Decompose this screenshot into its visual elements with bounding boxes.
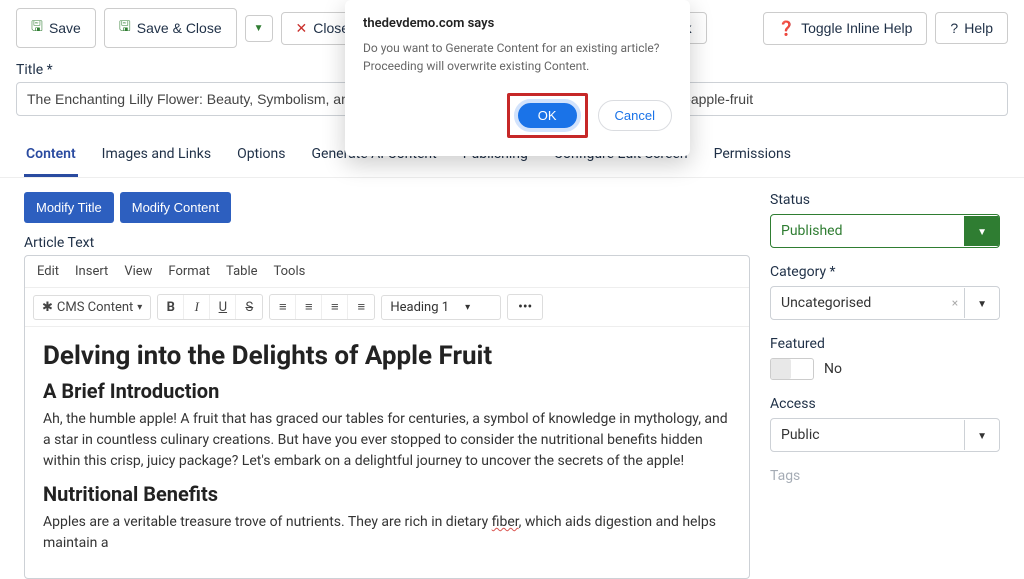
help-label: Help [964, 20, 993, 36]
ellipsis-icon: ••• [518, 299, 532, 315]
editor-container: Edit Insert View Format Table Tools ✱CMS… [24, 255, 750, 579]
save-button[interactable]: 🖫 Save [16, 8, 96, 48]
align-right-button[interactable]: ≡ [322, 295, 348, 319]
status-select[interactable]: Published ▼ [770, 214, 1000, 248]
editor-menubar: Edit Insert View Format Table Tools [25, 256, 749, 288]
save-close-label: Save & Close [137, 20, 222, 36]
align-center-button[interactable]: ≡ [296, 295, 322, 319]
featured-no-text: No [824, 361, 842, 377]
toggle-help-button[interactable]: ❓ Toggle Inline Help [763, 12, 928, 45]
menu-view[interactable]: View [124, 264, 152, 279]
toggle-help-label: Toggle Inline Help [801, 20, 912, 36]
more-toolbar-button[interactable]: ••• [507, 294, 543, 320]
menu-edit[interactable]: Edit [37, 264, 59, 279]
tab-content[interactable]: Content [24, 136, 78, 177]
save-dropdown-toggle[interactable]: ▼ [245, 15, 273, 42]
access-select[interactable]: Public ▼ [770, 418, 1000, 452]
menu-tools[interactable]: Tools [274, 264, 306, 279]
chevron-down-icon: ▼ [977, 227, 987, 238]
status-label: Status [770, 192, 1000, 208]
doc-p1: Ah, the humble apple! A fruit that has g… [43, 409, 731, 472]
status-dropdown-toggle[interactable]: ▼ [964, 216, 999, 246]
dialog-cancel-button[interactable]: Cancel [598, 100, 672, 131]
confirm-dialog: thedevdemo.com says Do you want to Gener… [345, 0, 690, 156]
main-area: Modify Title Modify Content Article Text… [0, 178, 1024, 579]
tab-options[interactable]: Options [235, 136, 287, 177]
modify-title-button[interactable]: Modify Title [24, 192, 114, 223]
dialog-ok-button[interactable]: OK [514, 99, 581, 132]
close-label: Close [313, 20, 349, 36]
tab-images-links[interactable]: Images and Links [100, 136, 213, 177]
heading-select[interactable]: Heading 1▾ [381, 295, 501, 320]
category-dropdown-toggle[interactable]: ▼ [964, 288, 999, 318]
chevron-down-icon: ▾ [137, 302, 142, 313]
doc-p2: Apples are a veritable treasure trove of… [43, 512, 731, 554]
chevron-down-icon: ▼ [977, 431, 987, 442]
question-circle-icon: ❓ [778, 20, 795, 37]
underline-button[interactable]: U [210, 295, 236, 319]
question-icon: ? [950, 20, 958, 36]
access-label: Access [770, 396, 1000, 412]
tab-permissions[interactable]: Permissions [712, 136, 793, 177]
modify-content-button[interactable]: Modify Content [120, 192, 231, 223]
article-text-label: Article Text [24, 235, 750, 251]
sidebar: Status Published ▼ Category * Uncategori… [770, 192, 1000, 579]
save-icon: 🖫 [31, 16, 43, 40]
bold-button[interactable]: B [158, 295, 184, 319]
doc-h2-intro: A Brief Introduction [43, 379, 731, 403]
chevron-down-icon: ▾ [465, 302, 470, 313]
save-close-button[interactable]: 🖫 Save & Close [104, 8, 237, 48]
save-label: Save [49, 20, 81, 36]
editor-document[interactable]: Delving into the Delights of Apple Fruit… [25, 327, 749, 578]
cms-content-button[interactable]: ✱CMS Content▾ [34, 296, 150, 319]
access-dropdown-toggle[interactable]: ▼ [964, 420, 999, 450]
doc-h1: Delving into the Delights of Apple Fruit [43, 341, 731, 371]
category-label: Category * [770, 264, 1000, 280]
dialog-ok-highlight: OK [507, 93, 588, 138]
chevron-down-icon: ▼ [977, 299, 987, 310]
italic-button[interactable]: I [184, 295, 210, 319]
help-button[interactable]: ? Help [935, 12, 1008, 44]
save-icon: 🖫 [119, 16, 131, 40]
category-clear-icon[interactable]: × [946, 296, 964, 310]
doc-h2-benefits: Nutritional Benefits [43, 482, 731, 506]
close-icon: ✕ [296, 20, 308, 37]
featured-toggle[interactable] [770, 358, 814, 380]
category-select[interactable]: Uncategorised × ▼ [770, 286, 1000, 320]
dialog-title: thedevdemo.com says [363, 16, 672, 31]
joomla-icon: ✱ [42, 300, 53, 315]
menu-table[interactable]: Table [226, 264, 257, 279]
align-left-button[interactable]: ≡ [270, 295, 296, 319]
dialog-message: Do you want to Generate Content for an e… [363, 39, 672, 75]
featured-label: Featured [770, 336, 1000, 352]
tags-label: Tags [770, 468, 1000, 484]
editor-toolbar: ✱CMS Content▾ B I U S ≡ ≡ ≡ ≡ Heading 1▾… [25, 288, 749, 327]
menu-insert[interactable]: Insert [75, 264, 108, 279]
menu-format[interactable]: Format [168, 264, 210, 279]
strikethrough-button[interactable]: S [236, 295, 262, 319]
chevron-down-icon: ▼ [254, 23, 264, 34]
align-justify-button[interactable]: ≡ [348, 295, 374, 319]
